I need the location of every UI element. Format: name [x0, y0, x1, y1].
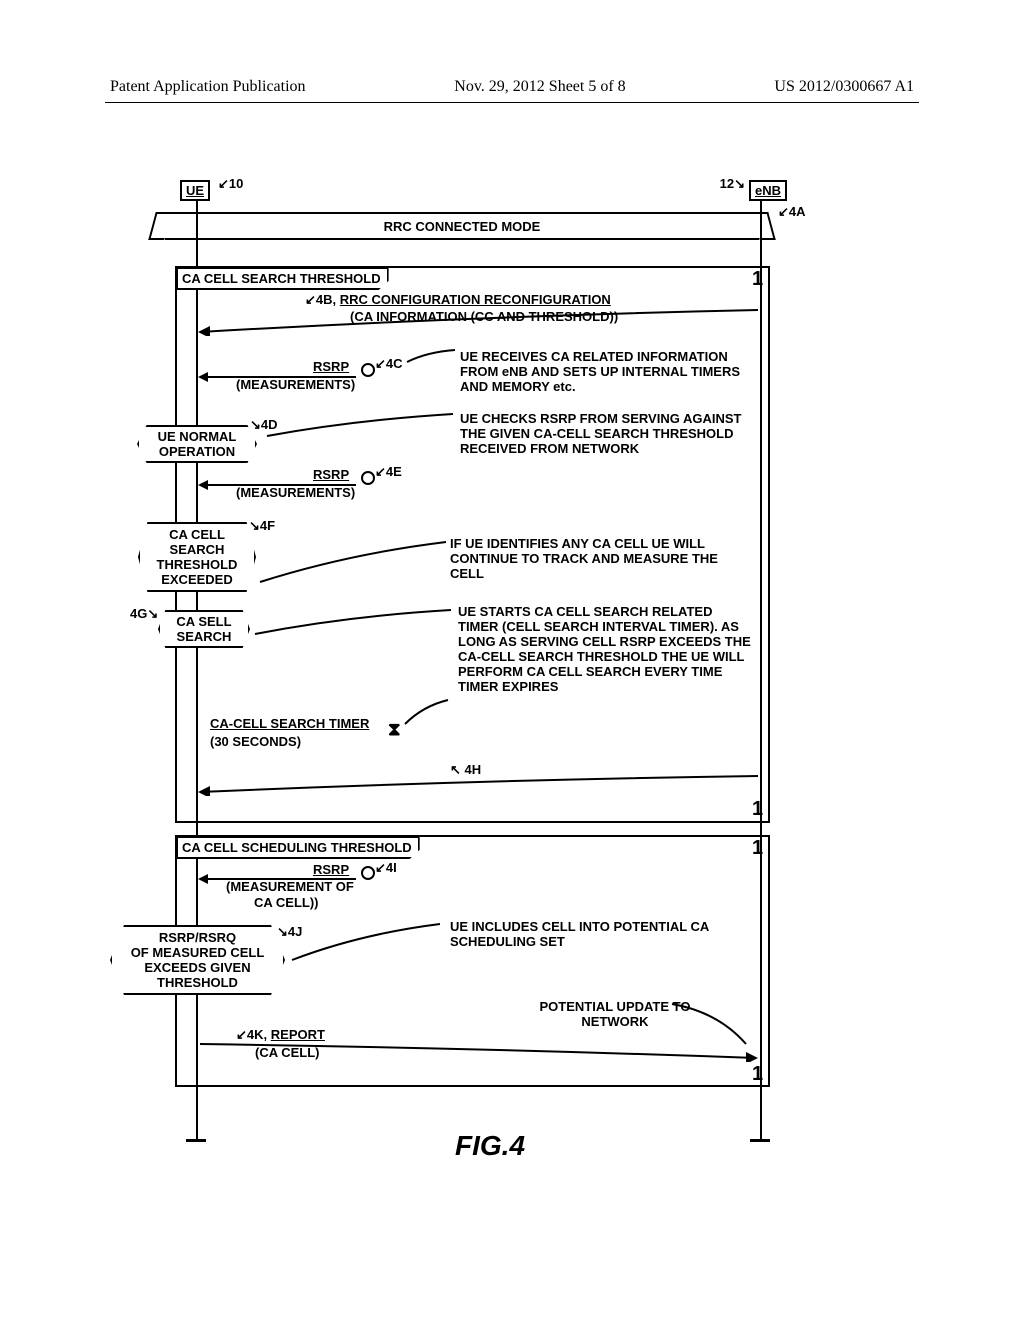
frame1-title: CA CELL SEARCH THRESHOLD [176, 267, 389, 290]
annotation-a5: UE INCLUDES CELL INTO POTENTIAL CA SCHED… [450, 920, 740, 950]
hex-4j: RSRP/RSRQOF MEASURED CELLEXCEEDS GIVENTH… [110, 925, 285, 995]
leader-4j [290, 922, 445, 964]
actor-enb-label: eNB [755, 183, 781, 198]
mode-bar-label: RRC CONNECTED MODE [384, 219, 541, 234]
actor-enb-box: eNB [749, 180, 787, 201]
timer-title: CA-CELL SEARCH TIMER [210, 717, 369, 732]
leader-4c [405, 348, 457, 364]
mode-bar: RRC CONNECTED MODE [165, 212, 759, 240]
msg-4k-ref: ↙4K, REPORT [236, 1028, 325, 1043]
arrowline-4c [206, 376, 356, 378]
msg-4e-title: RSRP [313, 468, 349, 483]
timer-sub: (30 SECONDS) [210, 735, 301, 750]
frame2-ref-top: 1 [752, 837, 763, 860]
patent-page: Patent Application Publication Nov. 29, … [0, 0, 1024, 1320]
msg-4e-sub: (MEASUREMENTS) [236, 486, 355, 501]
figure-label: FIG.4 [455, 1130, 525, 1162]
ref-4i: ↙4I [375, 860, 397, 876]
frame1-ref-bot: 1 [752, 798, 763, 821]
hex-4f: CA CELLSEARCHTHRESHOLDEXCEEDED [138, 522, 256, 592]
circle-4e [361, 471, 375, 485]
sequence-diagram: UE ↙10 eNB 12↘ RRC CONNECTED MODE ↙4A CA… [150, 180, 790, 1150]
arrow-4h [198, 774, 760, 796]
annotation-a4: UE STARTS CA CELL SEARCH RELATED TIMER (… [458, 605, 753, 695]
ref-4e: ↙4E [375, 464, 402, 480]
circle-4c [361, 363, 375, 377]
arrowline-4e [206, 484, 356, 486]
ref-enb: 12↘ [720, 176, 745, 192]
annotation-a1: UE RECEIVES CA RELATED INFORMATION FROM … [460, 350, 740, 395]
header-left: Patent Application Publication [110, 78, 306, 96]
frame2-title: CA CELL SCHEDULING THRESHOLD [176, 836, 420, 859]
ref-4g: 4G↘ [130, 606, 158, 622]
msg-4c-sub: (MEASUREMENTS) [236, 378, 355, 393]
arrowline-4i [206, 878, 356, 880]
header-right: US 2012/0300667 A1 [774, 78, 914, 96]
leader-4g [253, 608, 453, 638]
annotation-a2: UE CHECKS RSRP FROM SERVING AGAINST THE … [460, 412, 750, 457]
hex-4g: CA SELLSEARCH [158, 610, 250, 648]
annotation-a3: IF UE IDENTIFIES ANY CA CELL UE WILL CON… [450, 537, 730, 582]
page-header: Patent Application Publication Nov. 29, … [110, 78, 914, 96]
arrow-4k [198, 1042, 760, 1062]
actor-ue-label: UE [186, 183, 204, 198]
msg-4i-sub: (MEASUREMENT OF [226, 880, 354, 895]
header-rule [105, 102, 919, 103]
actor-ue-box: UE [180, 180, 210, 201]
ref-4f: ↘4F [249, 518, 275, 534]
msg-4b-ref: ↙4B, RRC CONFIGURATION RECONFIGURATION [305, 293, 611, 308]
hourglass-icon: ⧗ [388, 720, 401, 738]
msg-4c-title: RSRP [313, 360, 349, 375]
header-center: Nov. 29, 2012 Sheet 5 of 8 [454, 78, 625, 96]
ref-4c: ↙4C [375, 356, 403, 372]
ref-ue: ↙10 [218, 176, 243, 192]
hex-4d: UE NORMALOPERATION [137, 425, 257, 463]
leader-4d [265, 412, 455, 440]
arrow-4b [198, 308, 760, 336]
dash-ue [186, 1136, 206, 1142]
frame2-ref-bot: 1 [752, 1063, 763, 1086]
dash-enb [750, 1136, 770, 1142]
leader-4f [258, 540, 448, 586]
frame1-ref-top: 1 [752, 268, 763, 291]
ref-4a: ↙4A [778, 204, 806, 220]
msg-4i-sub2: CA CELL)) [254, 896, 319, 911]
msg-4i-title: RSRP [313, 863, 349, 878]
leader-timer [403, 698, 453, 728]
circle-4i [361, 866, 375, 880]
